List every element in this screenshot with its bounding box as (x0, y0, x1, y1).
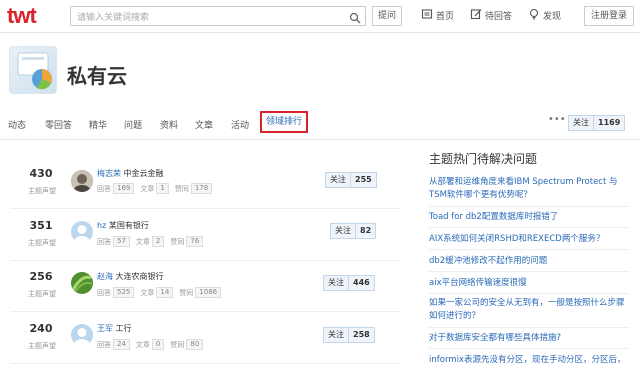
top-header: twt 请输入关键词搜索 提问 首页 待回答 发现 注册登录 (0, 0, 640, 33)
reputation-score: 351 (29, 219, 53, 232)
search-input[interactable]: 请输入关键词搜索 (70, 6, 366, 26)
question-link[interactable]: informix表源先没有分区，现在手动分区，分区后， (429, 354, 629, 367)
ask-button[interactable]: 提问 (372, 6, 402, 26)
nav-home-label: 首页 (436, 12, 455, 22)
search-placeholder: 请输入关键词搜索 (77, 13, 150, 23)
avatar[interactable] (71, 170, 93, 192)
question-link[interactable]: AIX系统如何关闭RSHD和REXECD两个服务？ (429, 233, 629, 246)
user-stats: 回答 169 文章 1 赞同 178 (97, 183, 216, 194)
bulb-icon (528, 8, 540, 23)
question-link[interactable]: aix平台网络传输速度很慢 (429, 277, 629, 290)
question-divider (429, 293, 629, 294)
tab-featured[interactable]: 精华 (89, 118, 107, 131)
edit-icon (470, 8, 482, 23)
nav-unanswered-label: 待回答 (485, 12, 513, 22)
reputation-label: 主题声望 (28, 290, 56, 298)
tab-questions[interactable]: 问题 (124, 118, 142, 131)
follow-button[interactable]: 关注 446 (323, 275, 375, 291)
question-divider (429, 249, 629, 250)
tab-zero-answers[interactable]: 零回答 (45, 118, 72, 131)
reputation-score: 256 (29, 270, 53, 283)
avatar[interactable] (71, 272, 93, 294)
tab-domain-ranking[interactable]: 领域排行 (260, 111, 308, 133)
reputation-label: 主题声望 (28, 187, 56, 195)
user-stats: 回答 57 文章 2 赞同 76 (97, 236, 207, 247)
avatar[interactable] (71, 324, 93, 346)
user-name[interactable]: 王军 工行 (97, 323, 132, 334)
row-divider (10, 311, 400, 312)
nav-discover[interactable]: 发现 (528, 8, 561, 23)
user-stats: 回答 24 文章 0 赞同 80 (97, 339, 207, 350)
question-divider (429, 206, 629, 207)
question-divider (429, 227, 629, 228)
user-name[interactable]: 赵海 大连农商银行 (97, 271, 164, 282)
nav-discover-label: 发现 (543, 12, 562, 22)
site-logo[interactable]: twt (7, 5, 37, 27)
row-divider (10, 260, 400, 261)
more-icon[interactable]: ••• (548, 114, 566, 125)
reputation-label: 主题声望 (28, 342, 56, 350)
question-link[interactable]: 对于数据库安全都有哪些具体措施? (429, 332, 629, 345)
user-name[interactable]: hz 某国有银行 (97, 220, 149, 231)
row-divider (10, 363, 400, 364)
user-stats: 回答 525 文章 14 赞同 1086 (97, 287, 225, 298)
home-icon (421, 8, 433, 23)
tab-articles[interactable]: 文章 (195, 118, 213, 131)
follow-button[interactable]: 关注 82 (330, 223, 377, 239)
register-login-button[interactable]: 注册登录 (584, 6, 634, 26)
search-icon[interactable] (349, 9, 361, 28)
row-divider (10, 208, 400, 209)
topic-follow-label: 关注 (573, 118, 589, 127)
reputation-score: 240 (29, 322, 53, 335)
tab-resources[interactable]: 资料 (160, 118, 178, 131)
sidebar-title: 主题热门待解决问题 (429, 152, 538, 166)
question-divider (429, 271, 629, 272)
reputation-score: 430 (29, 167, 53, 180)
follow-button[interactable]: 关注 258 (323, 327, 375, 343)
question-link[interactable]: 如果一家公司的安全从无到有，一般是按照什么步骤如何进行的？ (429, 297, 629, 323)
follow-button[interactable]: 关注 255 (325, 172, 377, 188)
nav-unanswered[interactable]: 待回答 (470, 8, 512, 23)
topic-follow-count: 1169 (593, 116, 624, 130)
question-link[interactable]: Toad for db2配置数据库时报错了 (429, 211, 629, 224)
topic-image (9, 46, 57, 94)
tab-activity[interactable]: 动态 (8, 118, 26, 131)
question-link[interactable]: db2缓冲池修改不起作用的问题 (429, 255, 629, 268)
avatar[interactable] (71, 221, 93, 243)
user-name[interactable]: 梅志荣 中金云金融 (97, 168, 164, 179)
reputation-label: 主题声望 (28, 239, 56, 247)
question-divider (429, 348, 629, 349)
question-divider (429, 327, 629, 328)
topic-follow-button[interactable]: 关注 1169 (568, 115, 626, 131)
tab-events[interactable]: 活动 (231, 118, 249, 131)
topic-title: 私有云 (67, 64, 127, 88)
nav-home[interactable]: 首页 (421, 8, 454, 23)
question-link[interactable]: 从部署和运维角度来看IBM Spectrum Protect 与 TSM软件哪个… (429, 176, 629, 202)
